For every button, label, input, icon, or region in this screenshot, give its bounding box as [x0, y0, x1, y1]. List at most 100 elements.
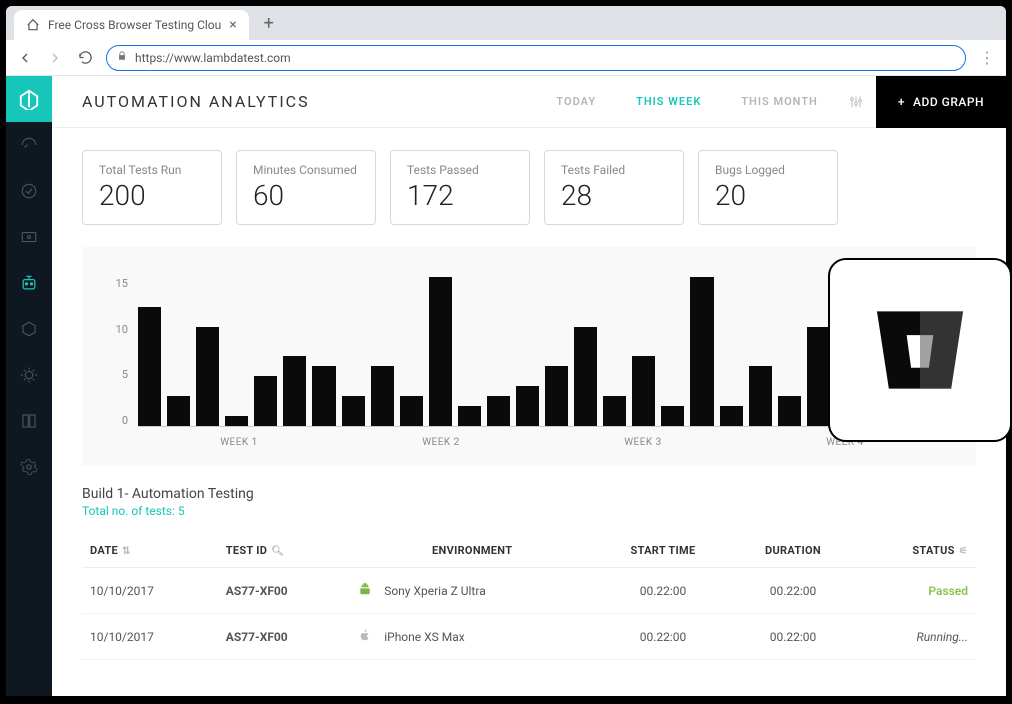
- forward-button[interactable]: [46, 49, 64, 67]
- col-test-id[interactable]: TEST ID🔍︎: [218, 534, 350, 568]
- chart-x-label: WEEK 1: [138, 437, 340, 448]
- cell-date: 10/10/2017: [82, 614, 218, 660]
- new-tab-button[interactable]: +: [255, 9, 283, 37]
- col-start-time[interactable]: START TIME: [594, 534, 732, 568]
- stat-label: Bugs Logged: [715, 163, 821, 177]
- cell-environment: iPhone XS Max: [350, 614, 594, 660]
- tab-favicon-icon: [26, 18, 40, 32]
- sidebar: [6, 76, 52, 696]
- col-status[interactable]: STATUS⚟: [854, 534, 976, 568]
- sidebar-item-integrations[interactable]: [6, 306, 52, 352]
- stat-value: 200: [99, 179, 205, 212]
- back-button[interactable]: [16, 49, 34, 67]
- browser-tab-bar: Free Cross Browser Testing Clou × +: [6, 6, 1006, 40]
- results-table: DATE⇅ TEST ID🔍︎ ENVIRONMENT START TIME D…: [82, 534, 976, 660]
- chart-bar: [400, 396, 423, 426]
- stat-card: Bugs Logged 20: [698, 150, 838, 225]
- build-title: Build 1- Automation Testing: [82, 486, 976, 502]
- chart-x-axis: WEEK 1WEEK 2WEEK 3WEEK 4: [138, 437, 946, 448]
- stat-value: 60: [253, 179, 359, 212]
- cell-duration: 00.22:00: [732, 614, 854, 660]
- range-this-week[interactable]: THIS WEEK: [636, 95, 701, 108]
- table-row[interactable]: 10/10/2017 AS77-XF00 Sony Xperia Z Ultra…: [82, 568, 976, 614]
- chart-bar: [720, 406, 743, 426]
- chart-bar: [312, 366, 335, 426]
- stat-value: 20: [715, 179, 821, 212]
- table-row[interactable]: 10/10/2017 AS77-XF00 iPhone XS Max 00.22…: [82, 614, 976, 660]
- cell-start-time: 00.22:00: [594, 614, 732, 660]
- cell-test-id: AS77-XF00: [218, 614, 350, 660]
- chart-bar: [574, 327, 597, 426]
- chart-bar: [196, 327, 219, 426]
- page-title: AUTOMATION ANALYTICS: [52, 92, 556, 111]
- stat-label: Minutes Consumed: [253, 163, 359, 177]
- stat-label: Tests Passed: [407, 163, 513, 177]
- chart-bar: [283, 356, 306, 426]
- chart-bar: [225, 416, 248, 426]
- chart-bar: [487, 396, 510, 426]
- more-menu-icon[interactable]: ⋮: [978, 49, 996, 67]
- sidebar-item-settings[interactable]: [6, 444, 52, 490]
- chart-bar: [749, 366, 772, 426]
- sort-icon: ⇅: [122, 546, 131, 557]
- sidebar-item-issues[interactable]: [6, 352, 52, 398]
- sidebar-item-dashboard[interactable]: [6, 122, 52, 168]
- chart-bar: [138, 307, 161, 426]
- chart-bar: [429, 277, 452, 426]
- cell-date: 10/10/2017: [82, 568, 218, 614]
- stat-label: Tests Failed: [561, 163, 667, 177]
- stats-row: Total Tests Run 200 Minutes Consumed 60 Test…: [82, 150, 976, 225]
- chart-bar: [690, 277, 713, 426]
- chart-bars: [138, 277, 946, 427]
- sidebar-item-logs[interactable]: [6, 398, 52, 444]
- build-subtitle: Total no. of tests: 5: [82, 504, 976, 518]
- sidebar-item-realtime[interactable]: [6, 168, 52, 214]
- stat-label: Total Tests Run: [99, 163, 205, 177]
- address-bar[interactable]: https://www.lambdatest.com: [106, 45, 966, 71]
- plus-icon: +: [898, 95, 905, 109]
- app-logo[interactable]: [6, 76, 52, 122]
- cell-start-time: 00.22:00: [594, 568, 732, 614]
- stat-card: Tests Passed 172: [390, 150, 530, 225]
- chart-bar: [807, 327, 830, 426]
- chart-bar: [458, 406, 481, 426]
- device-os-icon: [358, 628, 372, 645]
- browser-tab[interactable]: Free Cross Browser Testing Clou ×: [14, 10, 249, 40]
- chart-y-axis: 151050: [112, 277, 138, 427]
- sidebar-item-screenshot[interactable]: [6, 214, 52, 260]
- chart-bar: [516, 386, 539, 426]
- add-graph-button[interactable]: + ADD GRAPH: [876, 76, 1006, 128]
- close-icon[interactable]: ×: [229, 17, 236, 33]
- col-date[interactable]: DATE⇅: [82, 534, 218, 568]
- stat-value: 172: [407, 179, 513, 212]
- reload-button[interactable]: [76, 49, 94, 67]
- stat-value: 28: [561, 179, 667, 212]
- range-this-month[interactable]: THIS MONTH: [741, 95, 818, 108]
- chart-x-label: WEEK 3: [542, 437, 744, 448]
- bitbucket-overlay-icon[interactable]: [828, 258, 1012, 442]
- chart-bar: [778, 396, 801, 426]
- range-today[interactable]: TODAY: [556, 95, 596, 108]
- cell-test-id: AS77-XF00: [218, 568, 350, 614]
- cell-duration: 00.22:00: [732, 568, 854, 614]
- stat-card: Tests Failed 28: [544, 150, 684, 225]
- chart-bar: [254, 376, 277, 426]
- sidebar-item-automation[interactable]: [6, 260, 52, 306]
- col-duration[interactable]: DURATION: [732, 534, 854, 568]
- filter-icon[interactable]: [836, 94, 876, 110]
- col-environment[interactable]: ENVIRONMENT: [350, 534, 594, 568]
- browser-toolbar: https://www.lambdatest.com ⋮: [6, 40, 1006, 76]
- range-tabs: TODAY THIS WEEK THIS MONTH: [556, 95, 835, 108]
- tab-title: Free Cross Browser Testing Clou: [48, 18, 221, 32]
- lock-icon: [117, 51, 127, 64]
- device-os-icon: [358, 582, 372, 599]
- chart-bar: [545, 366, 568, 426]
- cell-status: Running...: [854, 614, 976, 660]
- chart-bar: [603, 396, 626, 426]
- url-text: https://www.lambdatest.com: [135, 51, 291, 65]
- chart-bar: [632, 356, 655, 426]
- chart-bar: [167, 396, 190, 426]
- chart-bar: [371, 366, 394, 426]
- cell-environment: Sony Xperia Z Ultra: [350, 568, 594, 614]
- chart-x-label: WEEK 2: [340, 437, 542, 448]
